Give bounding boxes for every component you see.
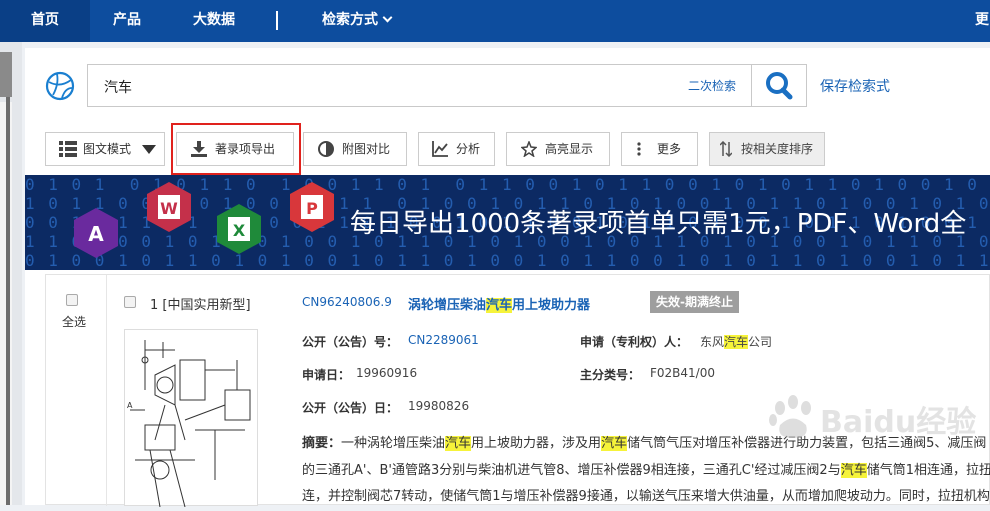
abstract-text-1b: 用上坡助力器，涉及用 <box>471 436 602 451</box>
search-box: 汽车 二次检索 <box>87 64 807 107</box>
secondary-search-link[interactable]: 二次检索 <box>688 77 736 94</box>
mechanical-drawing-image: A <box>127 340 251 508</box>
svg-text:P: P <box>306 199 318 218</box>
scrollbar-top-block <box>0 52 12 97</box>
star-icon <box>521 141 537 157</box>
promo-banner[interactable]: 0 1 0 1 0 1 0 1 1 0 1 0 0 1 1 0 1 0 1 1 … <box>25 175 990 270</box>
pub-number-link[interactable]: CN2289061 <box>408 333 479 347</box>
svg-text:W: W <box>160 199 178 218</box>
title-suffix: 用上坡助力器 <box>512 298 591 313</box>
sort-icon <box>720 141 732 157</box>
svg-text:A: A <box>127 401 133 410</box>
highlight-button[interactable]: 高亮显示 <box>506 132 610 166</box>
more-label: 更多 <box>657 142 682 156</box>
nav-search-mode[interactable]: 检索方式 <box>322 0 393 42</box>
highlight-label: 高亮显示 <box>545 142 594 156</box>
abstract-text-1a: 一种涡轮增压柴油 <box>341 436 446 451</box>
application-number-link[interactable]: CN96240806.9 <box>302 295 392 309</box>
applicant-label: 申请（专利权）人： <box>580 335 689 349</box>
pub-date-value: 19980826 <box>408 399 470 413</box>
abstract-highlight-2: 汽车 <box>601 436 628 451</box>
status-badge: 失效-期满终止 <box>650 291 739 313</box>
ai-file-icon: A <box>74 208 118 258</box>
nav-products[interactable]: 产品 <box>113 0 141 42</box>
sort-relevance-button[interactable]: 按相关度排序 <box>709 132 825 166</box>
banner-headline: 每日导出1000条著录项首单只需1元，PDF、Word全 <box>350 209 967 239</box>
patent-title-link[interactable]: 涡轮增压柴油汽车用上坡助力器 <box>408 294 590 313</box>
more-button[interactable]: 更多 <box>621 132 698 166</box>
nav-divider <box>276 11 278 30</box>
word-file-icon: W <box>147 182 191 232</box>
applicant-value[interactable]: 东风汽车公司 <box>700 333 772 350</box>
applicant-suffix: 公司 <box>748 335 773 349</box>
save-search-link[interactable]: 保存检索式 <box>820 76 890 96</box>
baidu-jingyan-watermark: Baidu经验 <box>769 395 976 440</box>
title-highlight: 汽车 <box>486 298 513 313</box>
select-all-label: 全选 <box>62 315 87 329</box>
result-checkbox[interactable] <box>124 296 136 308</box>
svg-text:A: A <box>88 222 104 246</box>
search-input[interactable]: 汽车 <box>104 77 132 97</box>
ppt-file-icon: P <box>290 182 334 232</box>
watermark-text: Baidu经验 <box>820 405 976 440</box>
scrollbar-thumb[interactable] <box>6 97 10 505</box>
result-index-type: 1 [中国实用新型] <box>150 298 251 313</box>
abstract-line-2: 的三通孔A'、B'通管路3分别与柴油机进气管8、增压补偿器9相连接，三通孔C'经… <box>302 459 990 478</box>
analyze-button[interactable]: 分析 <box>418 132 495 166</box>
figure-compare-label: 附图对比 <box>342 142 391 156</box>
nav-more[interactable]: 更 <box>975 0 989 42</box>
sort-relevance-label: 按相关度排序 <box>741 142 814 156</box>
abstract-text-2b: 储气筒1相连通，拉扭机构 <box>866 463 990 478</box>
nav-home[interactable]: 首页 <box>0 0 90 42</box>
card-divider <box>106 275 107 506</box>
search-button[interactable] <box>751 64 808 107</box>
nav-search-mode-label: 检索方式 <box>322 12 378 28</box>
abstract-text-2a: 的三通孔A'、B'通管路3分别与柴油机进气管8、增压补偿器9相连接，三通孔C'经… <box>302 463 841 478</box>
abstract-highlight-1: 汽车 <box>445 436 472 451</box>
left-scrollbar[interactable] <box>0 42 22 505</box>
nav-big-data[interactable]: 大数据 <box>193 0 235 42</box>
patent-figure-thumbnail[interactable]: A <box>124 329 258 508</box>
svg-text:X: X <box>233 221 246 240</box>
chevron-down-icon <box>382 12 393 23</box>
analyze-label: 分析 <box>456 142 481 156</box>
excel-file-icon: X <box>217 204 261 254</box>
annotation-highlight-box <box>171 123 301 175</box>
ipc-label: 主分类号： <box>580 368 641 382</box>
ipc-value: F02B41/00 <box>650 366 715 380</box>
line-chart-icon <box>432 141 448 157</box>
top-nav: 首页 产品 大数据 检索方式 更 <box>0 0 990 42</box>
app-date-label: 申请日： <box>302 368 351 382</box>
abstract-label: 摘要： <box>302 436 342 451</box>
view-mode-label: 图文模式 <box>83 142 132 156</box>
app-date-value: 19960916 <box>356 366 418 380</box>
pub-date-label: 公开（公告）日： <box>302 401 399 415</box>
abstract-line-3: 连，并控制阀芯7转动，使储气筒1与增压补偿器9接通，以输送气压来增大供油量，从而… <box>302 489 990 504</box>
applicant-prefix: 东风 <box>700 335 725 349</box>
figure-compare-button[interactable]: 附图对比 <box>303 132 407 166</box>
abstract-highlight-3: 汽车 <box>840 463 867 478</box>
applicant-highlight: 汽车 <box>724 335 749 349</box>
more-vertical-icon <box>637 142 641 156</box>
view-mode-dropdown[interactable]: 图文模式 <box>45 132 165 166</box>
title-prefix: 涡轮增压柴油 <box>408 298 487 313</box>
list-icon <box>59 141 77 157</box>
select-all-checkbox[interactable] <box>66 294 78 306</box>
search-icon <box>766 72 793 100</box>
half-circle-icon <box>318 141 334 157</box>
pub-number-label: 公开（公告）号： <box>302 335 399 349</box>
globe-logo-icon <box>45 71 75 101</box>
caret-down-icon <box>142 145 156 154</box>
